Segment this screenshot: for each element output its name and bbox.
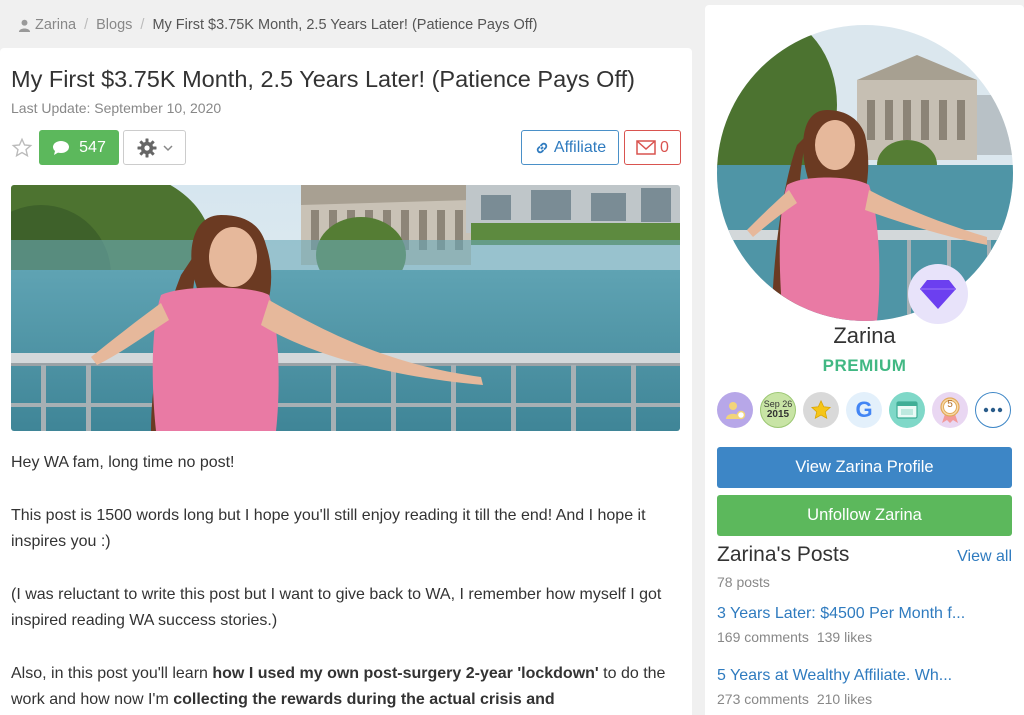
breadcrumb-current: My First $3.75K Month, 2.5 Years Later! … bbox=[152, 17, 538, 33]
chevron-down-icon bbox=[162, 144, 173, 151]
post-link[interactable]: 5 Years at Wealthy Affiliate. Wh... bbox=[717, 667, 1013, 685]
post-hero-image bbox=[11, 185, 680, 431]
star-icon[interactable] bbox=[11, 137, 33, 159]
view-profile-button[interactable]: View Zarina Profile bbox=[717, 447, 1012, 488]
like-count: 210 likes bbox=[816, 691, 873, 707]
affiliate-link-button[interactable]: Affiliate bbox=[521, 130, 619, 165]
post-link[interactable]: 3 Years Later: $4500 Per Month f... bbox=[717, 605, 1013, 623]
hero-photo bbox=[11, 185, 680, 431]
badge-letter: G bbox=[855, 397, 873, 422]
paragraph: This post is 1500 words long but I hope … bbox=[11, 507, 646, 550]
paragraph: Hey WA fam, long time no post! bbox=[11, 454, 235, 471]
post-meta: 169 comments 139 likes bbox=[717, 629, 1013, 645]
list-item: 5 Years at Wealthy Affiliate. Wh... 273 … bbox=[717, 667, 1013, 707]
view-all-link[interactable]: View all bbox=[957, 548, 1012, 566]
achievement-badges: Sep 26 2015 G 5 bbox=[717, 392, 1013, 430]
author-posts-heading: Zarina's Posts bbox=[717, 543, 850, 566]
breadcrumb: Zarina / Blogs / My First $3.75K Month, … bbox=[18, 14, 537, 36]
post-card: My First $3.75K Month, 2.5 Years Later! … bbox=[0, 48, 692, 715]
google-badge-icon[interactable]: G bbox=[846, 392, 882, 428]
comments-button[interactable]: 547 bbox=[39, 130, 119, 165]
profile-name: Zarina bbox=[833, 323, 896, 348]
breadcrumb-blogs-link[interactable]: Blogs bbox=[96, 17, 132, 33]
bold-text: collecting the rewards during the actual… bbox=[173, 691, 555, 708]
person-gear-icon bbox=[726, 402, 746, 420]
badge-date-month: Sep 26 bbox=[763, 399, 793, 409]
membership-rank: PREMIUM bbox=[822, 356, 907, 375]
badge-number: 5 bbox=[947, 399, 953, 410]
comment-count: 273 comments bbox=[717, 691, 809, 707]
post-toolbar: 547 Affiliate 0 bbox=[11, 130, 681, 166]
avatar[interactable] bbox=[717, 25, 1013, 321]
post-title: My First $3.75K Month, 2.5 Years Later! … bbox=[11, 66, 635, 92]
bold-text: how I used my own post-surgery 2-year 'l… bbox=[212, 665, 599, 682]
more-dots-icon bbox=[983, 407, 1003, 413]
breadcrumb-user-link[interactable]: Zarina bbox=[35, 17, 76, 33]
badge-date-year: 2015 bbox=[766, 409, 790, 420]
user-icon bbox=[18, 19, 31, 32]
settings-dropdown[interactable] bbox=[123, 130, 186, 165]
premium-diamond-badge bbox=[908, 264, 968, 324]
like-count: 139 likes bbox=[816, 629, 873, 645]
envelope-icon bbox=[636, 140, 656, 155]
affiliate-label: Affiliate bbox=[553, 138, 607, 156]
text-run: Also, in this post you'll learn bbox=[11, 665, 213, 682]
gear-icon bbox=[137, 138, 156, 157]
link-icon bbox=[536, 142, 548, 153]
paragraph: (I was reluctant to write this post but … bbox=[11, 586, 662, 629]
list-item: 3 Years Later: $4500 Per Month f... 169 … bbox=[717, 605, 1013, 645]
user-settings-badge-icon[interactable] bbox=[717, 392, 753, 428]
more-badges-button[interactable] bbox=[975, 392, 1011, 428]
paragraph: Also, in this post you'll learn how I us… bbox=[11, 661, 681, 713]
comments-count: 547 bbox=[79, 138, 106, 156]
browser-window-icon bbox=[896, 401, 918, 419]
breadcrumb-separator: / bbox=[140, 17, 145, 33]
diamond-icon bbox=[920, 280, 956, 309]
ribbon-badge-icon[interactable]: 5 bbox=[932, 392, 968, 428]
unfollow-button[interactable]: Unfollow Zarina bbox=[717, 495, 1012, 536]
speech-bubble-icon bbox=[53, 140, 70, 155]
star-icon bbox=[810, 399, 832, 419]
private-message-button[interactable]: 0 bbox=[624, 130, 681, 165]
avatar-photo bbox=[717, 25, 1013, 321]
member-since-badge[interactable]: Sep 26 2015 bbox=[760, 392, 796, 428]
message-count: 0 bbox=[660, 138, 669, 156]
last-update: Last Update: September 10, 2020 bbox=[11, 100, 222, 116]
website-badge-icon[interactable] bbox=[889, 392, 925, 428]
author-sidebar: Zarina PREMIUM Sep 26 2015 G 5 View Zari… bbox=[705, 5, 1024, 715]
breadcrumb-separator: / bbox=[84, 17, 89, 33]
post-meta: 273 comments 210 likes bbox=[717, 691, 1013, 707]
star-badge-icon[interactable] bbox=[803, 392, 839, 428]
posts-count: 78 posts bbox=[717, 574, 770, 590]
comment-count: 169 comments bbox=[717, 629, 809, 645]
post-body: Hey WA fam, long time no post! This post… bbox=[11, 450, 681, 715]
